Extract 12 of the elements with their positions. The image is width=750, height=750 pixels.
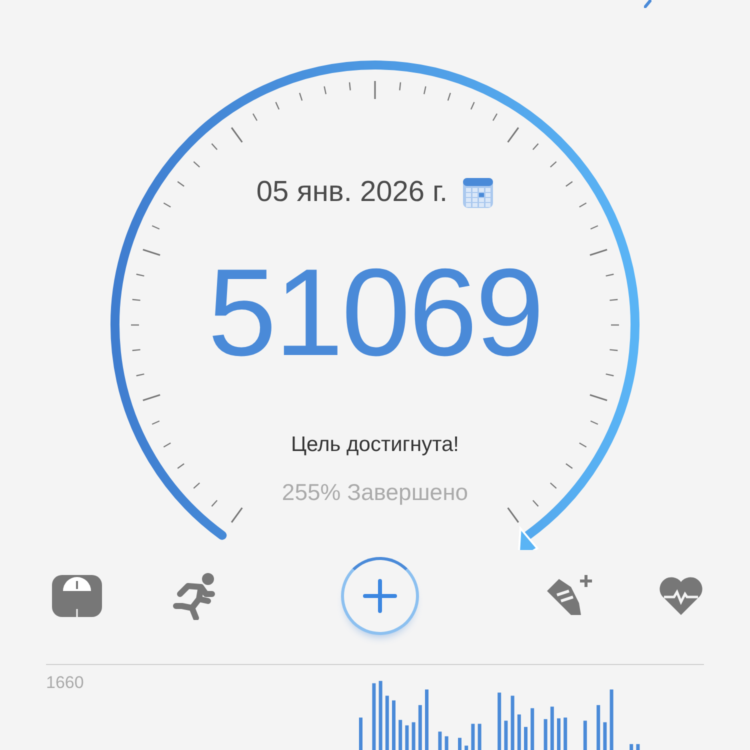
scale-button[interactable] [50,573,104,619]
date-label: 05 янв. 2026 г. [256,176,448,209]
calendar-icon[interactable] [462,176,494,208]
plus-icon [362,578,398,614]
heart-button[interactable] [658,576,704,616]
step-count: 51069 [208,251,542,375]
pointer-icon [517,526,539,550]
completion-percent: 255% Завершено [282,479,468,506]
scale-icon [50,573,104,619]
heart-rate-icon [658,576,704,616]
goal-status: Цель достигнута! [291,433,459,457]
axis-max-label: 1660 [46,673,84,693]
